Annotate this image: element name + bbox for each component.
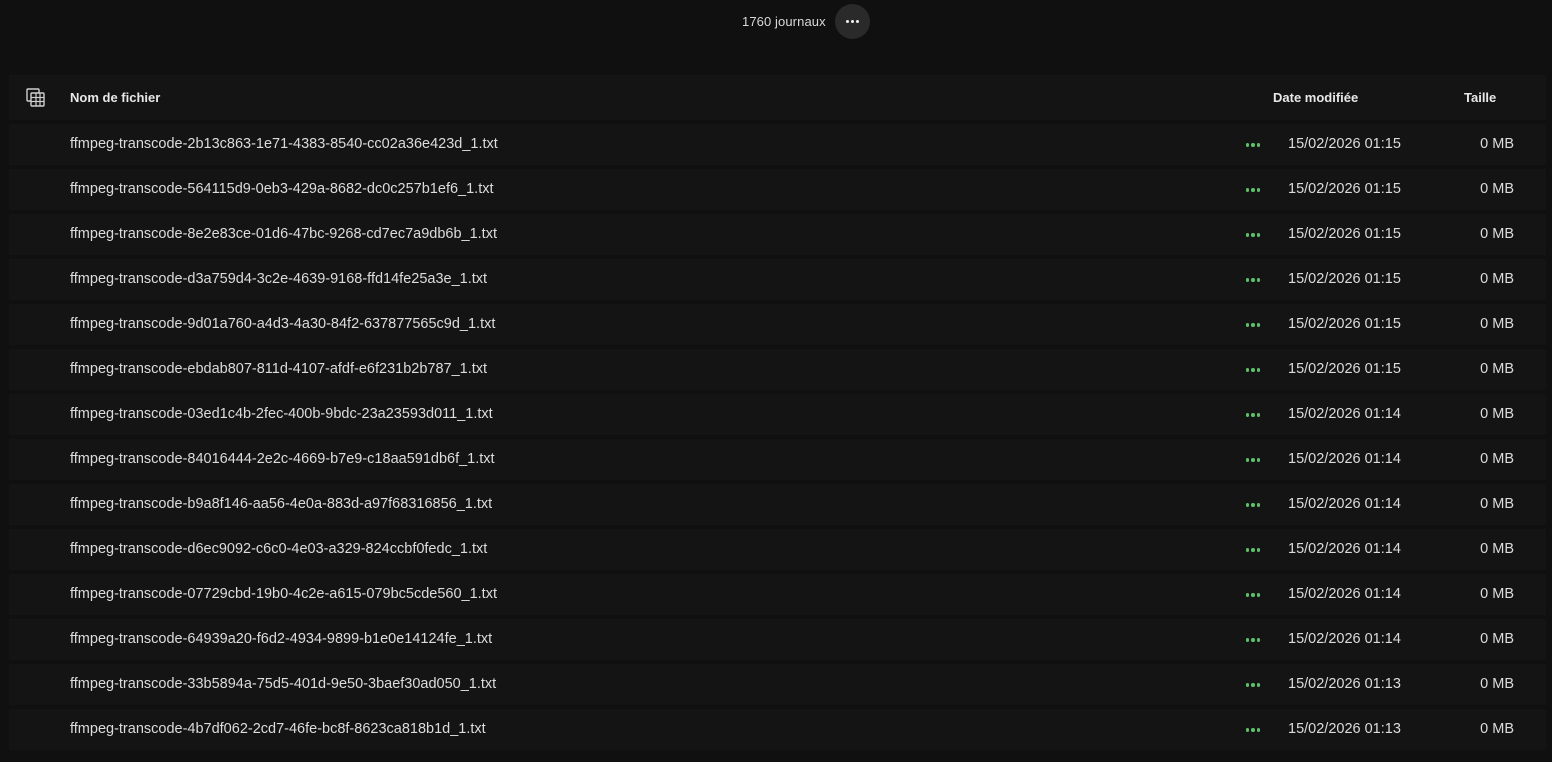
- top-bar: 1760 journaux: [0, 0, 1552, 44]
- table-row[interactable]: ffmpeg-transcode-64939a20-f6d2-4934-9899…: [9, 619, 1546, 660]
- column-header-filename[interactable]: Nom de fichier: [70, 90, 160, 105]
- table-row[interactable]: ffmpeg-transcode-564115d9-0eb3-429a-8682…: [9, 169, 1546, 210]
- table-header: Nom de fichier Date modifiée Taille: [9, 75, 1546, 120]
- file-size: 0 MB: [1480, 676, 1514, 692]
- more-options-button[interactable]: [835, 4, 870, 39]
- table-row[interactable]: ffmpeg-transcode-ebdab807-811d-4107-afdf…: [9, 349, 1546, 390]
- row-menu-button[interactable]: [1241, 227, 1265, 243]
- table-row[interactable]: ffmpeg-transcode-2b13c863-1e71-4383-8540…: [9, 124, 1546, 165]
- row-menu-button[interactable]: [1241, 137, 1265, 153]
- file-name: ffmpeg-transcode-2b13c863-1e71-4383-8540…: [70, 136, 498, 152]
- file-size: 0 MB: [1480, 721, 1514, 737]
- table-row[interactable]: ffmpeg-transcode-d3a759d4-3c2e-4639-9168…: [9, 259, 1546, 300]
- ellipsis-horizontal-icon: [1245, 458, 1250, 462]
- date-modified: 15/02/2026 01:13: [1288, 721, 1401, 737]
- file-size: 0 MB: [1480, 631, 1514, 647]
- log-table: Nom de fichier Date modifiée Taille ffmp…: [9, 75, 1546, 750]
- ellipsis-horizontal-icon: [1245, 233, 1250, 237]
- row-menu-button[interactable]: [1241, 587, 1265, 603]
- date-modified: 15/02/2026 01:15: [1288, 136, 1401, 152]
- file-size: 0 MB: [1480, 586, 1514, 602]
- file-size: 0 MB: [1480, 406, 1514, 422]
- file-name: ffmpeg-transcode-b9a8f146-aa56-4e0a-883d…: [70, 496, 493, 512]
- file-name: ffmpeg-transcode-64939a20-f6d2-4934-9899…: [70, 631, 493, 647]
- date-modified: 15/02/2026 01:15: [1288, 361, 1401, 377]
- row-menu-button[interactable]: [1241, 497, 1265, 513]
- date-modified: 15/02/2026 01:15: [1288, 226, 1401, 242]
- log-count: 1760 journaux: [742, 14, 826, 29]
- date-modified: 15/02/2026 01:14: [1288, 631, 1401, 647]
- table-row[interactable]: ffmpeg-transcode-9d01a760-a4d3-4a30-84f2…: [9, 304, 1546, 345]
- file-size: 0 MB: [1480, 361, 1514, 377]
- date-modified: 15/02/2026 01:14: [1288, 586, 1401, 602]
- file-name: ffmpeg-transcode-d3a759d4-3c2e-4639-9168…: [70, 271, 488, 287]
- table-row[interactable]: ffmpeg-transcode-d6ec9092-c6c0-4e03-a329…: [9, 529, 1546, 570]
- file-size: 0 MB: [1480, 316, 1514, 332]
- table-row[interactable]: ffmpeg-transcode-4b7df062-2cd7-46fe-bc8f…: [9, 709, 1546, 750]
- table-columns-icon[interactable]: [26, 88, 45, 107]
- date-modified: 15/02/2026 01:14: [1288, 541, 1401, 557]
- file-name: ffmpeg-transcode-84016444-2e2c-4669-b7e9…: [70, 451, 495, 467]
- row-menu-button[interactable]: [1241, 362, 1265, 378]
- table-body: ffmpeg-transcode-2b13c863-1e71-4383-8540…: [9, 124, 1546, 750]
- row-menu-button[interactable]: [1241, 677, 1265, 693]
- ellipsis-horizontal-icon: [1245, 323, 1250, 327]
- ellipsis-horizontal-icon: [1245, 143, 1250, 147]
- column-header-date-modified[interactable]: Date modifiée: [1273, 90, 1358, 105]
- file-size: 0 MB: [1480, 136, 1514, 152]
- file-size: 0 MB: [1480, 181, 1514, 197]
- ellipsis-horizontal-icon: [1245, 593, 1250, 597]
- ellipsis-horizontal-icon: [1245, 638, 1250, 642]
- row-menu-button[interactable]: [1241, 632, 1265, 648]
- row-menu-button[interactable]: [1241, 317, 1265, 333]
- file-size: 0 MB: [1480, 541, 1514, 557]
- date-modified: 15/02/2026 01:14: [1288, 496, 1401, 512]
- column-header-size[interactable]: Taille: [1464, 90, 1496, 105]
- ellipsis-horizontal-icon: [1245, 413, 1250, 417]
- table-row[interactable]: ffmpeg-transcode-8e2e83ce-01d6-47bc-9268…: [9, 214, 1546, 255]
- ellipsis-horizontal-icon: [1245, 278, 1250, 282]
- ellipsis-horizontal-icon: [1245, 683, 1250, 687]
- table-row[interactable]: ffmpeg-transcode-b9a8f146-aa56-4e0a-883d…: [9, 484, 1546, 525]
- row-menu-button[interactable]: [1241, 272, 1265, 288]
- row-menu-button[interactable]: [1241, 182, 1265, 198]
- ellipsis-horizontal-icon: [1245, 728, 1250, 732]
- file-size: 0 MB: [1480, 496, 1514, 512]
- ellipsis-horizontal-icon: [1245, 503, 1250, 507]
- row-menu-button[interactable]: [1241, 407, 1265, 423]
- file-name: ffmpeg-transcode-4b7df062-2cd7-46fe-bc8f…: [70, 721, 486, 737]
- row-menu-button[interactable]: [1241, 542, 1265, 558]
- date-modified: 15/02/2026 01:13: [1288, 676, 1401, 692]
- date-modified: 15/02/2026 01:14: [1288, 406, 1401, 422]
- ellipsis-horizontal-icon: [1245, 548, 1250, 552]
- file-name: ffmpeg-transcode-07729cbd-19b0-4c2e-a615…: [70, 586, 497, 602]
- file-name: ffmpeg-transcode-d6ec9092-c6c0-4e03-a329…: [70, 541, 488, 557]
- file-name: ffmpeg-transcode-33b5894a-75d5-401d-9e50…: [70, 676, 497, 692]
- file-name: ffmpeg-transcode-03ed1c4b-2fec-400b-9bdc…: [70, 406, 493, 422]
- row-menu-button[interactable]: [1241, 452, 1265, 468]
- file-name: ffmpeg-transcode-9d01a760-a4d3-4a30-84f2…: [70, 316, 496, 332]
- ellipsis-horizontal-icon: [1245, 188, 1250, 192]
- ellipsis-horizontal-icon: [846, 20, 849, 23]
- file-name: ffmpeg-transcode-8e2e83ce-01d6-47bc-9268…: [70, 226, 497, 242]
- file-size: 0 MB: [1480, 226, 1514, 242]
- date-modified: 15/02/2026 01:14: [1288, 451, 1401, 467]
- file-size: 0 MB: [1480, 271, 1514, 287]
- date-modified: 15/02/2026 01:15: [1288, 181, 1401, 197]
- table-row[interactable]: ffmpeg-transcode-03ed1c4b-2fec-400b-9bdc…: [9, 394, 1546, 435]
- file-name: ffmpeg-transcode-ebdab807-811d-4107-afdf…: [70, 361, 488, 377]
- table-row[interactable]: ffmpeg-transcode-84016444-2e2c-4669-b7e9…: [9, 439, 1546, 480]
- ellipsis-horizontal-icon: [1245, 368, 1250, 372]
- row-menu-button[interactable]: [1241, 722, 1265, 738]
- date-modified: 15/02/2026 01:15: [1288, 271, 1401, 287]
- date-modified: 15/02/2026 01:15: [1288, 316, 1401, 332]
- file-name: ffmpeg-transcode-564115d9-0eb3-429a-8682…: [70, 181, 494, 197]
- table-row[interactable]: ffmpeg-transcode-33b5894a-75d5-401d-9e50…: [9, 664, 1546, 705]
- file-size: 0 MB: [1480, 451, 1514, 467]
- table-row[interactable]: ffmpeg-transcode-07729cbd-19b0-4c2e-a615…: [9, 574, 1546, 615]
